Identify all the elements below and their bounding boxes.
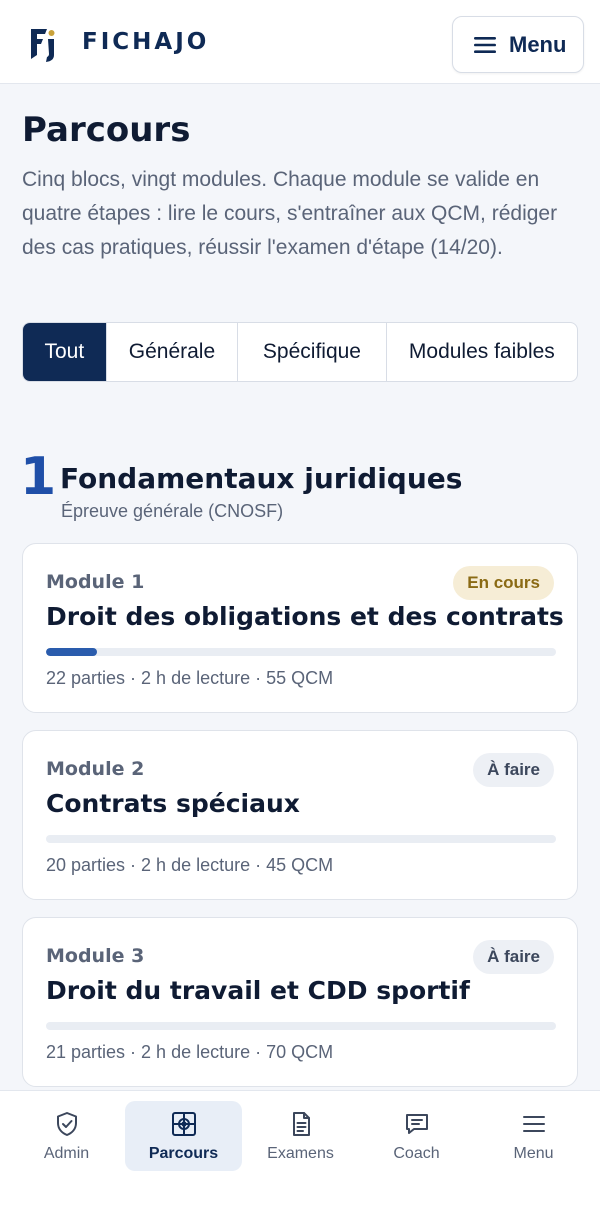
nav-item-menu[interactable]: Menu	[475, 1101, 592, 1171]
nav-label: Menu	[513, 1145, 554, 1162]
status-badge: À faire	[473, 753, 554, 787]
bloc-number: 1	[20, 447, 57, 507]
nav-item-examens[interactable]: Examens	[242, 1101, 359, 1171]
menu-button-label: Menu	[509, 32, 567, 57]
page-title: Parcours	[22, 110, 191, 150]
nav-label: Admin	[43, 1145, 90, 1162]
module-progress-bar	[46, 1022, 556, 1030]
hamburger-icon	[523, 1116, 545, 1132]
nav-item-parcours[interactable]: Parcours	[125, 1101, 242, 1171]
bloc-title: Fondamentaux juridiques	[60, 462, 463, 495]
module-card-1[interactable]: Module 1 En cours Droit des obligations …	[22, 543, 578, 713]
module-title: Droit du travail et CDD sportif	[46, 976, 470, 1005]
bottom-navigation: Admin Parcours Examens Coach Menu	[0, 1090, 600, 1225]
bloc-subtitle: Épreuve générale (CNOSF)	[61, 501, 284, 521]
filter-tabs: Tout Générale Spécifique Modules faibles	[22, 322, 578, 382]
module-number: Module 1	[46, 571, 145, 593]
module-card-3[interactable]: Module 3 À faire Droit du travail et CDD…	[22, 917, 578, 1087]
module-meta: 22 parties · 2 h de lecture · 55 QCM	[46, 668, 334, 688]
chat-icon	[406, 1114, 428, 1134]
module-card-2[interactable]: Module 2 À faire Contrats spéciaux 20 pa…	[22, 730, 578, 900]
module-progress-fill	[46, 648, 97, 656]
module-progress-bar	[46, 835, 556, 843]
target-icon	[172, 1112, 196, 1136]
nav-item-admin[interactable]: Admin	[8, 1101, 125, 1171]
nav-label: Examens	[267, 1145, 334, 1162]
brand-name[interactable]: FICHAJO	[82, 29, 209, 55]
document-icon	[293, 1112, 310, 1136]
status-badge: En cours	[453, 566, 554, 600]
module-progress-bar	[46, 648, 556, 656]
module-title: Contrats spéciaux	[46, 789, 300, 818]
top-bar: FICHAJO Menu	[0, 0, 600, 84]
module-meta: 21 parties · 2 h de lecture · 70 QCM	[46, 1042, 334, 1062]
module-meta: 20 parties · 2 h de lecture · 45 QCM	[46, 855, 334, 875]
fichajo-logo-icon[interactable]	[28, 25, 58, 63]
module-number: Module 2	[46, 758, 145, 780]
filter-tab-tout[interactable]: Tout	[23, 323, 107, 381]
nav-item-coach[interactable]: Coach	[358, 1101, 475, 1171]
nav-label: Parcours	[148, 1145, 219, 1162]
filter-tab-modules-faibles[interactable]: Modules faibles	[387, 323, 577, 381]
page-description: Cinq blocs, vingt modules. Chaque module…	[22, 168, 558, 259]
module-title: Droit des obligations et des contrats	[46, 602, 564, 631]
module-number: Module 3	[46, 945, 145, 967]
filter-tab-generale[interactable]: Générale	[107, 323, 239, 381]
status-badge: À faire	[473, 940, 554, 974]
hamburger-icon	[474, 37, 496, 53]
shield-check-icon	[57, 1112, 77, 1136]
nav-label: Coach	[393, 1145, 440, 1162]
filter-tab-specifique[interactable]: Spécifique	[238, 323, 387, 381]
menu-button[interactable]: Menu	[452, 16, 584, 73]
